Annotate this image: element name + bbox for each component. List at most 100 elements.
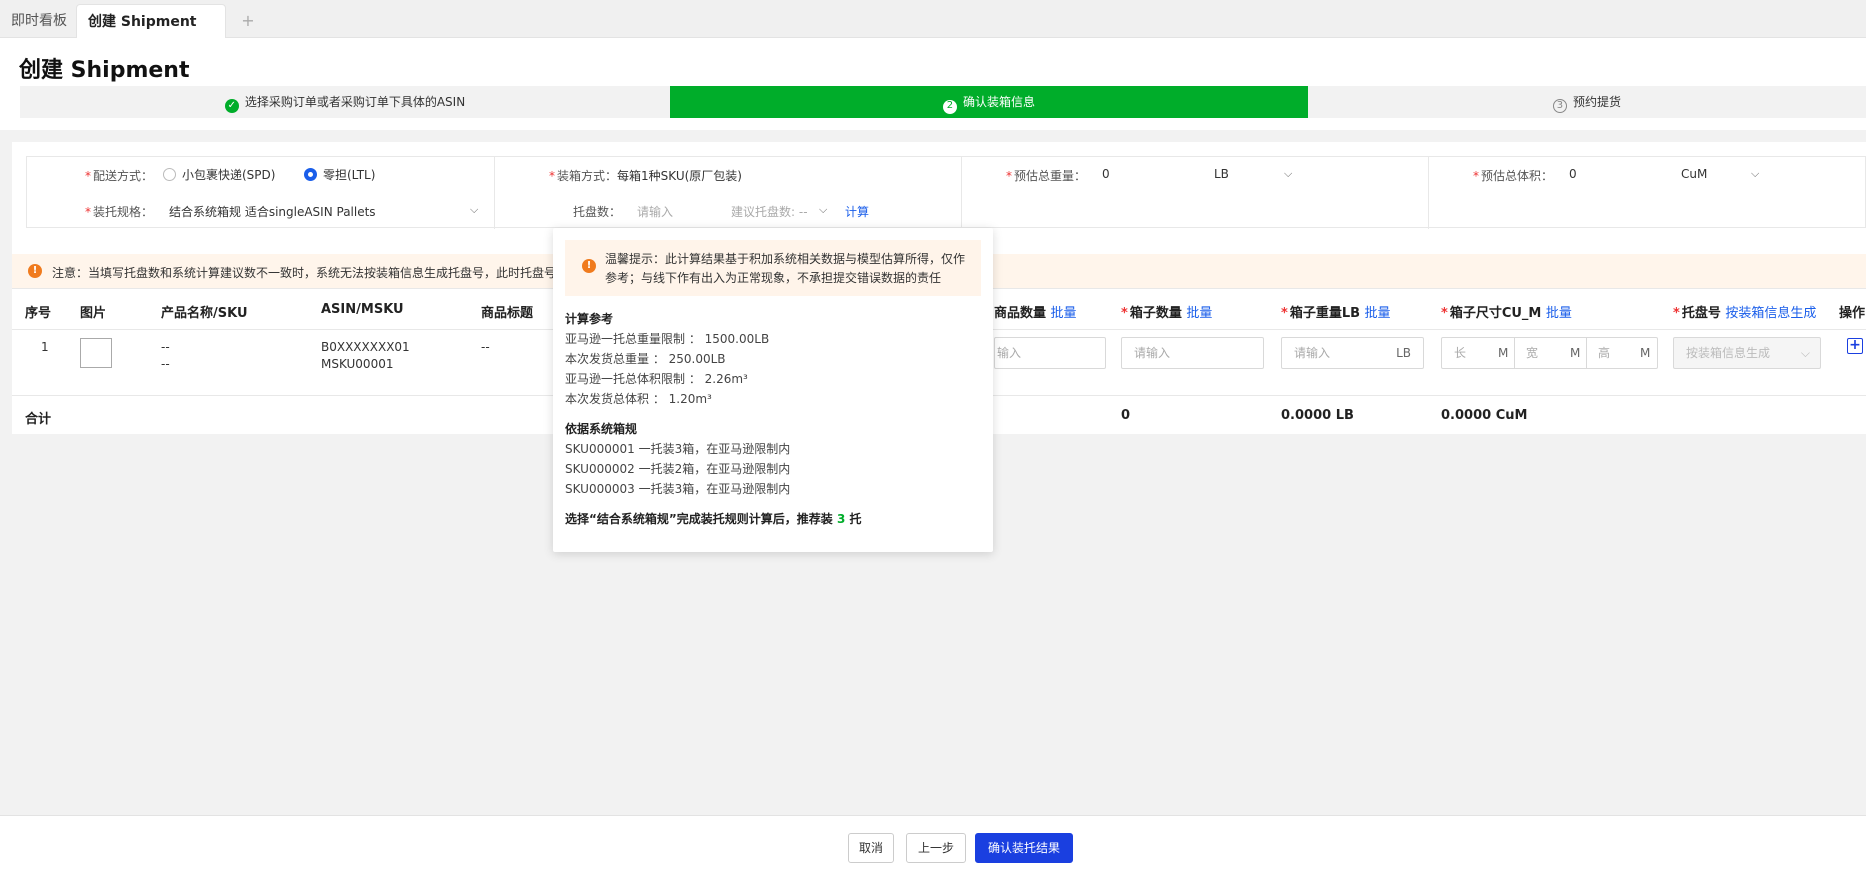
width-field[interactable]: 宽 (1526, 338, 1538, 368)
divider (1586, 338, 1587, 368)
step-number-icon: 2 (942, 100, 957, 114)
packing-method-label: * 装箱方式：每箱1种SKU(原厂包装) (549, 169, 742, 183)
summary-box-weight: 0.0000 LB (1281, 408, 1354, 423)
batch-link[interactable]: 批量 (1365, 306, 1391, 321)
col-title: 商品标题 (481, 306, 534, 321)
radio-selected-icon (304, 168, 317, 181)
weight-value[interactable]: 0 (1102, 167, 1110, 181)
summary-box-count: 0 (1121, 408, 1131, 423)
recommendation: 选择“结合系统箱规”完成装托规则计算后，推荐装 3 托 (565, 512, 862, 526)
form-col-volume: * 预估总体积： 0 CuM ⌵ (1429, 157, 1866, 229)
pallet-spec-label: * 装托规格： (85, 205, 154, 219)
batch-link[interactable]: 批量 (1051, 306, 1077, 321)
col-box-size: * 箱子尺寸CU_M 批量 (1441, 306, 1572, 321)
col-box-count: * 箱子数量 批量 (1121, 306, 1213, 321)
cancel-button[interactable]: 取消 (848, 833, 894, 863)
tab-dashboard[interactable]: 即时看板 (0, 4, 78, 38)
summary-label: 合计 (25, 412, 52, 427)
pallet-spec-select[interactable]: 结合系统箱规 适合singleASIN Pallets (169, 203, 376, 220)
confirm-pallet-button[interactable]: 确认装托结果 (975, 833, 1073, 863)
box-size-input[interactable]: 长 M 宽 M 高 M (1441, 337, 1658, 369)
add-row-icon[interactable]: + (1847, 338, 1863, 354)
col-qty: 商品数量 批量 (994, 306, 1077, 321)
generate-pallet-link[interactable]: 按装箱信息生成 (1725, 306, 1816, 321)
box-weight-input[interactable]: 请输入 LB (1281, 337, 1424, 369)
check-circle-icon: ✓ (224, 99, 239, 113)
batch-link[interactable]: 批量 (1186, 306, 1212, 321)
col-asin: ASIN/MSKU (321, 302, 404, 317)
summary-box-size: 0.0000 CuM (1441, 408, 1528, 423)
form-col-shipping: * 配送方式： 小包裹快递(SPD) 零担(LTL) * 装托规格： 结合系统箱规 … (27, 157, 495, 229)
calc-line: 本次发货总重量 ： 250.00LB (565, 352, 726, 366)
basis-line: SKU000003 一托装3箱，在亚马逊限制内 (565, 482, 791, 496)
pallet-no-select[interactable]: 按装箱信息生成 ⌵ (1673, 337, 1821, 369)
form-col-packing: * 装箱方式：每箱1种SKU(原厂包装) 托盘数： 请输入 建议托盘数: -- ⌵… (495, 157, 962, 229)
col-ops: 操作 (1839, 306, 1866, 321)
popover-warning: ! 温馨提示：此计算结果基于积加系统相关数据与模型估算所得，仅作参考；与线下作有… (565, 240, 981, 296)
batch-link[interactable]: 批量 (1546, 306, 1572, 321)
box-count-input[interactable]: 请输入 (1121, 337, 1264, 369)
prev-step-button[interactable]: 上一步 (906, 833, 966, 863)
calculation-popover: ! 温馨提示：此计算结果基于积加系统相关数据与模型估算所得，仅作参考；与线下作有… (553, 228, 993, 552)
calc-line: 亚马逊一托总体积限制 ： 2.26m³ (565, 372, 748, 386)
pallets-label: 托盘数： (573, 205, 622, 219)
chevron-down-icon[interactable]: ⌵ (1751, 167, 1759, 181)
add-tab-button[interactable]: + (238, 4, 258, 38)
step-label: 确认装箱信息 (962, 95, 1035, 109)
msku-value: MSKU00001 (321, 357, 394, 371)
basis-line: SKU000002 一托装2箱，在亚马逊限制内 (565, 462, 791, 476)
chevron-down-icon[interactable]: ⌵ (819, 203, 827, 217)
footer-bar: 取消 上一步 确认装托结果 (0, 815, 1866, 876)
calc-reference-title: 计算参考 (565, 312, 614, 326)
shipping-method-label: * 配送方式： (85, 169, 154, 183)
radio-spd[interactable]: 小包裹快递(SPD) (163, 166, 275, 183)
tab-create-shipment[interactable]: 创建 Shipment (76, 4, 226, 38)
product-name: -- (161, 340, 170, 354)
popover-warning-text: 温馨提示：此计算结果基于积加系统相关数据与模型估算所得，仅作参考；与线下作有出入… (605, 252, 966, 285)
calc-line: 亚马逊一托总重量限制 ： 1500.00LB (565, 332, 770, 346)
length-field[interactable]: 长 (1454, 338, 1466, 368)
col-box-weight: * 箱子重量LB 批量 (1281, 306, 1391, 321)
calc-line: 本次发货总体积 ： 1.20m³ (565, 392, 712, 406)
form-col-weight: * 预估总重量： 0 LB ⌵ (962, 157, 1429, 229)
asin-value: B0XXXXXXX01 (321, 340, 410, 354)
step-label: 选择采购订单或者采购订单下具体的ASIN (244, 95, 466, 109)
radio-icon (163, 168, 176, 181)
warning-icon: ! (582, 259, 596, 273)
chevron-down-icon[interactable]: ⌵ (470, 203, 478, 217)
weight-label: * 预估总重量： (1006, 169, 1087, 183)
col-seq: 序号 (25, 306, 52, 321)
notice-text: 注意：当填写托盘数和系统计算建议数不一致时，系统无法按装箱信息生成托盘号，此时托… (52, 266, 557, 280)
col-image: 图片 (80, 306, 107, 321)
qty-input[interactable]: 输入 (994, 337, 1106, 369)
shipment-form: * 配送方式： 小包裹快递(SPD) 零担(LTL) * 装托规格： 结合系统箱规 … (26, 156, 1866, 229)
product-image (80, 338, 112, 368)
weight-unit-select[interactable]: LB (1214, 167, 1229, 181)
pallets-input[interactable]: 请输入 (637, 203, 673, 220)
step-book-pickup[interactable]: 3 预约提货 (1308, 86, 1866, 118)
product-title: -- (481, 340, 490, 354)
product-sku: -- (161, 357, 170, 371)
chevron-down-icon[interactable]: ⌵ (1284, 167, 1292, 181)
step-number-icon: 3 (1552, 99, 1567, 113)
col-pallet-no: * 托盘号 按装箱信息生成 (1673, 306, 1817, 321)
divider (1514, 338, 1515, 368)
tab-bar: 即时看板 创建 Shipment + (0, 0, 1866, 38)
step-label: 预约提货 (1572, 95, 1621, 109)
stepper: ✓ 选择采购订单或者采购订单下具体的ASIN 2 确认装箱信息 3 预约提货 (20, 86, 1866, 118)
calculate-link[interactable]: 计算 (845, 203, 869, 220)
warning-icon: ! (28, 264, 42, 278)
step-select-po[interactable]: ✓ 选择采购订单或者采购订单下具体的ASIN (20, 86, 670, 118)
height-field[interactable]: 高 (1598, 338, 1610, 368)
row-seq: 1 (41, 340, 49, 354)
col-name: 产品名称/SKU (161, 306, 248, 321)
volume-label: * 预估总体积： (1473, 169, 1554, 183)
page-title: 创建 Shipment (19, 58, 190, 83)
step-confirm-packing[interactable]: 2 确认装箱信息 (670, 86, 1308, 118)
volume-unit-select[interactable]: CuM (1681, 167, 1707, 181)
basis-line: SKU000001 一托装3箱，在亚马逊限制内 (565, 442, 791, 456)
basis-title: 依据系统箱规 (565, 422, 638, 436)
volume-value[interactable]: 0 (1569, 167, 1577, 181)
radio-ltl[interactable]: 零担(LTL) (304, 166, 375, 183)
suggested-pallets: 建议托盘数: -- (731, 205, 808, 219)
